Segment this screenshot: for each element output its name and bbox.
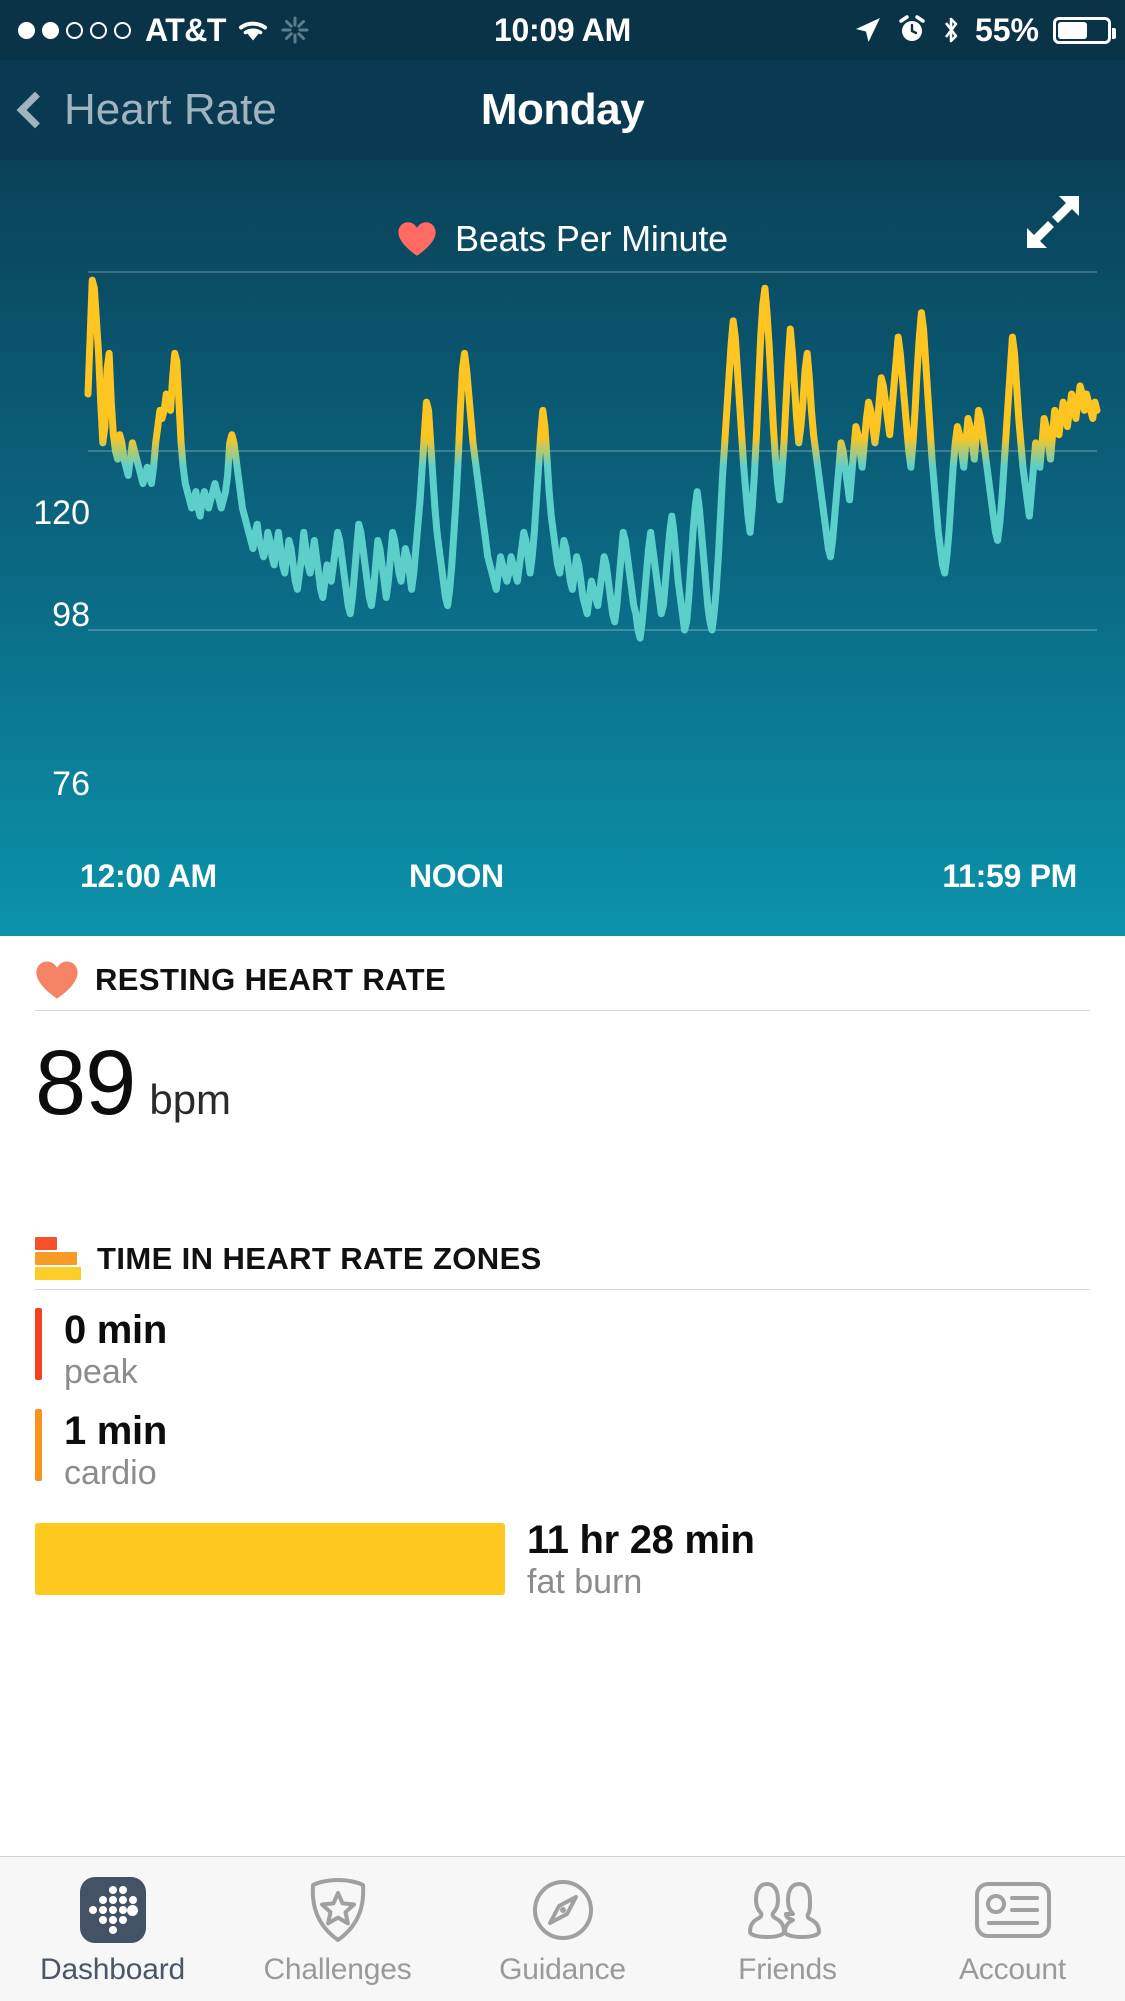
tab-dashboard[interactable]: Dashboard [0, 1857, 225, 1987]
resting-heart-rate-title: RESTING HEART RATE [95, 962, 446, 998]
id-card-icon [974, 1880, 1052, 1940]
tab-challenges[interactable]: Challenges [225, 1857, 450, 1987]
fitbit-dots-icon [80, 1877, 146, 1943]
tab-bar: Dashboard Challenges Guidance [0, 1856, 1125, 2001]
heart-rate-line-chart [0, 160, 1125, 936]
heart-icon [35, 960, 79, 1000]
resting-heart-rate-header: RESTING HEART RATE [0, 950, 1125, 1010]
y-axis-tick-120: 120 [0, 494, 90, 533]
zone-bar-cardio [35, 1409, 42, 1481]
tab-label-friends: Friends [738, 1953, 837, 1987]
heart-rate-zones-header: TIME IN HEART RATE ZONES [0, 1229, 1125, 1289]
y-axis-tick-76: 76 [0, 765, 90, 804]
resting-heart-rate-value-row: 89 bpm [0, 1011, 1125, 1129]
page-title: Monday [0, 85, 1125, 135]
two-people-icon [748, 1878, 828, 1942]
zone-name-fat-burn: fat burn [527, 1563, 755, 1601]
x-axis-tick-start: 12:00 AM [80, 858, 217, 895]
zone-value-cardio: 1 min [64, 1409, 167, 1454]
x-axis-labels: 12:00 AM NOON 11:59 PM [0, 858, 1125, 902]
alarm-clock-icon [897, 15, 927, 45]
zone-name-cardio: cardio [64, 1454, 167, 1492]
app-screen: AT&T 10:09 AM [0, 0, 1125, 2001]
heart-rate-line [88, 280, 1097, 638]
zone-value-peak: 0 min [64, 1308, 167, 1353]
battery-icon [1053, 17, 1111, 44]
status-bar: AT&T 10:09 AM [0, 0, 1125, 60]
content-area: RESTING HEART RATE 89 bpm TIME IN HEART … [0, 936, 1125, 1856]
x-axis-tick-end: 11:59 PM [942, 858, 1077, 895]
zone-row-cardio[interactable]: 1 min cardio [0, 1409, 1125, 1492]
zone-value-fat-burn: 11 hr 28 min [527, 1518, 755, 1563]
resting-heart-rate-unit: bpm [149, 1076, 231, 1124]
zone-bar-peak [35, 1308, 42, 1380]
heart-rate-chart-panel: Beats Per Minute 120 98 76 12:00 AM NOON… [0, 160, 1125, 936]
x-axis-tick-noon: NOON [409, 858, 504, 895]
bluetooth-icon [941, 14, 961, 46]
tab-guidance[interactable]: Guidance [450, 1857, 675, 1987]
tab-account[interactable]: Account [900, 1857, 1125, 1987]
divider [35, 1289, 1090, 1290]
tab-label-account: Account [959, 1953, 1066, 1987]
zone-bars-icon [35, 1237, 81, 1281]
zone-name-peak: peak [64, 1353, 167, 1391]
compass-icon [531, 1878, 595, 1942]
shield-star-icon [307, 1877, 369, 1943]
location-arrow-icon [853, 15, 883, 45]
tab-friends[interactable]: Friends [675, 1857, 900, 1987]
battery-percent-label: 55% [975, 12, 1039, 49]
tab-label-challenges: Challenges [263, 1953, 411, 1987]
tab-label-dashboard: Dashboard [40, 1953, 185, 1987]
y-axis-tick-98: 98 [0, 596, 90, 635]
tab-label-guidance: Guidance [499, 1953, 626, 1987]
status-bar-right: 55% [853, 12, 1111, 49]
navigation-bar: Heart Rate Monday [0, 60, 1125, 160]
zone-row-fat-burn[interactable]: 11 hr 28 min fat burn [0, 1518, 1125, 1601]
resting-heart-rate-value: 89 [35, 1037, 135, 1129]
heart-rate-zones-title: TIME IN HEART RATE ZONES [97, 1241, 542, 1277]
zone-row-peak[interactable]: 0 min peak [0, 1308, 1125, 1391]
zone-bar-fat-burn [35, 1523, 505, 1595]
